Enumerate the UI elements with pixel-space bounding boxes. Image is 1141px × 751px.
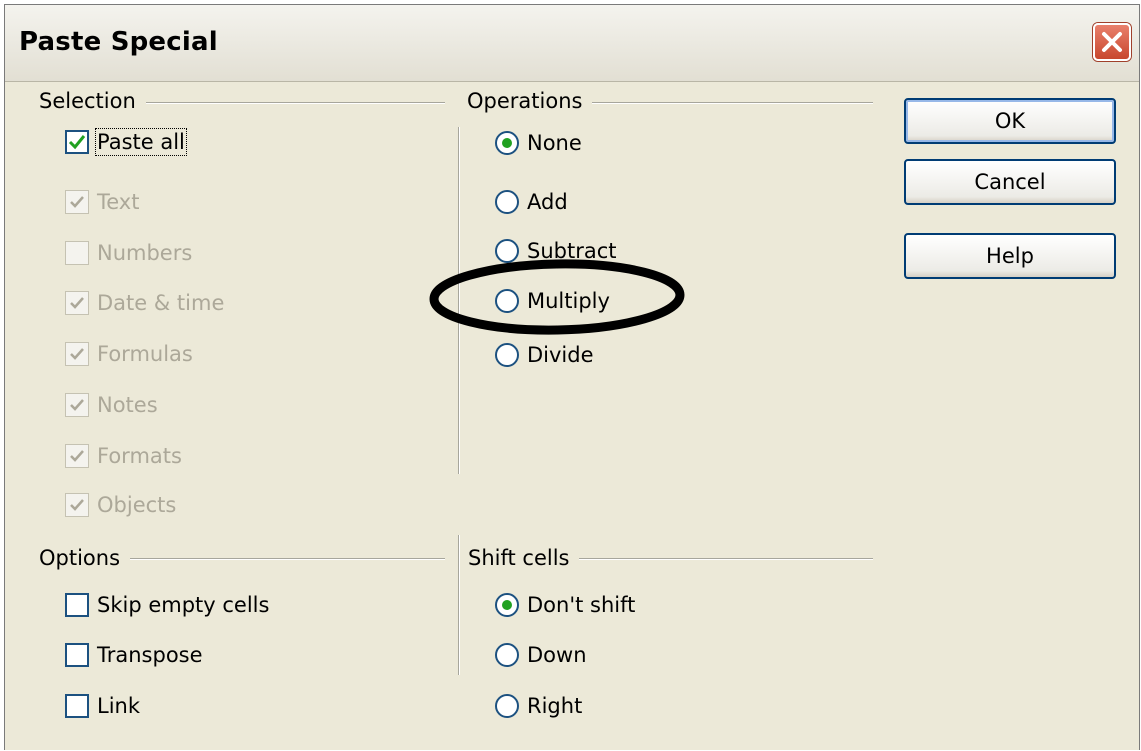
checkbox-box[interactable] bbox=[65, 342, 89, 366]
radio-circle[interactable] bbox=[495, 289, 519, 313]
radio-circle[interactable] bbox=[495, 190, 519, 214]
operation-none-radio[interactable]: None bbox=[495, 127, 582, 159]
checkbox-box[interactable] bbox=[65, 241, 89, 265]
shift-cells-divider bbox=[458, 535, 460, 675]
dont-shift-label: Don't shift bbox=[527, 593, 636, 617]
radio-circle[interactable] bbox=[495, 343, 519, 367]
checkbox-box[interactable] bbox=[65, 694, 89, 718]
date-time-label: Date & time bbox=[97, 291, 225, 315]
shift-cells-group-title: Shift cells bbox=[468, 546, 580, 570]
paste-all-label: Paste all bbox=[95, 128, 187, 156]
formats-checkbox[interactable]: Formats bbox=[65, 440, 182, 472]
shift-down-radio[interactable]: Down bbox=[495, 639, 587, 671]
check-icon bbox=[68, 135, 86, 150]
operation-subtract-label: Subtract bbox=[527, 239, 617, 263]
radio-circle[interactable] bbox=[495, 593, 519, 617]
shift-right-label: Right bbox=[527, 694, 583, 718]
notes-checkbox[interactable]: Notes bbox=[65, 389, 158, 421]
operations-group-title: Operations bbox=[467, 89, 593, 113]
numbers-label: Numbers bbox=[97, 241, 193, 265]
transpose-checkbox[interactable]: Transpose bbox=[65, 639, 203, 671]
checkbox-box[interactable] bbox=[65, 130, 89, 154]
objects-checkbox[interactable]: Objects bbox=[65, 489, 176, 521]
text-checkbox[interactable]: Text bbox=[65, 186, 139, 218]
checkbox-box[interactable] bbox=[65, 493, 89, 517]
skip-empty-cells-label: Skip empty cells bbox=[97, 593, 270, 617]
operation-add-label: Add bbox=[527, 190, 568, 214]
radio-circle[interactable] bbox=[495, 643, 519, 667]
paste-all-checkbox[interactable]: Paste all bbox=[65, 126, 187, 158]
formats-label: Formats bbox=[97, 444, 182, 468]
checkbox-box[interactable] bbox=[65, 190, 89, 214]
check-icon bbox=[70, 348, 84, 360]
dont-shift-radio[interactable]: Don't shift bbox=[495, 589, 635, 621]
operation-divide-radio[interactable]: Divide bbox=[495, 339, 594, 371]
operation-multiply-radio[interactable]: Multiply bbox=[495, 285, 610, 317]
objects-label: Objects bbox=[97, 493, 177, 517]
help-button[interactable]: Help bbox=[904, 233, 1116, 279]
cancel-button[interactable]: Cancel bbox=[904, 159, 1116, 205]
paste-special-dialog: Paste Special Selection Paste all Text N… bbox=[4, 4, 1140, 750]
numbers-checkbox[interactable]: Numbers bbox=[65, 237, 192, 269]
radio-selected-dot bbox=[502, 138, 512, 148]
checkbox-box[interactable] bbox=[65, 643, 89, 667]
checkbox-box[interactable] bbox=[65, 593, 89, 617]
formulas-label: Formulas bbox=[97, 342, 193, 366]
operations-divider bbox=[458, 127, 460, 474]
link-label: Link bbox=[97, 694, 141, 718]
radio-circle[interactable] bbox=[495, 694, 519, 718]
close-button[interactable] bbox=[1093, 23, 1131, 61]
radio-circle[interactable] bbox=[495, 131, 519, 155]
operation-multiply-label: Multiply bbox=[527, 289, 610, 313]
check-icon bbox=[70, 450, 84, 462]
check-icon bbox=[70, 399, 84, 411]
close-icon bbox=[1102, 32, 1122, 52]
check-icon bbox=[70, 499, 84, 511]
checkbox-box[interactable] bbox=[65, 444, 89, 468]
check-icon bbox=[70, 196, 84, 208]
operation-add-radio[interactable]: Add bbox=[495, 186, 568, 218]
operation-divide-label: Divide bbox=[527, 343, 594, 367]
dialog-title: Paste Special bbox=[19, 27, 218, 57]
text-label: Text bbox=[97, 190, 140, 214]
selection-group-title: Selection bbox=[39, 89, 146, 113]
link-checkbox[interactable]: Link bbox=[65, 690, 140, 722]
checkbox-box[interactable] bbox=[65, 291, 89, 315]
radio-selected-dot bbox=[502, 600, 512, 610]
radio-circle[interactable] bbox=[495, 239, 519, 263]
shift-right-radio[interactable]: Right bbox=[495, 690, 582, 722]
date-time-checkbox[interactable]: Date & time bbox=[65, 287, 224, 319]
skip-empty-cells-checkbox[interactable]: Skip empty cells bbox=[65, 589, 269, 621]
check-icon bbox=[70, 297, 84, 309]
checkbox-box[interactable] bbox=[65, 393, 89, 417]
shift-down-label: Down bbox=[527, 643, 587, 667]
operation-none-label: None bbox=[527, 131, 582, 155]
transpose-label: Transpose bbox=[97, 643, 203, 667]
notes-label: Notes bbox=[97, 393, 158, 417]
formulas-checkbox[interactable]: Formulas bbox=[65, 338, 193, 370]
title-bar[interactable]: Paste Special bbox=[5, 5, 1139, 82]
ok-button[interactable]: OK bbox=[904, 98, 1116, 144]
operation-subtract-radio[interactable]: Subtract bbox=[495, 235, 617, 267]
options-group-title: Options bbox=[39, 546, 131, 570]
